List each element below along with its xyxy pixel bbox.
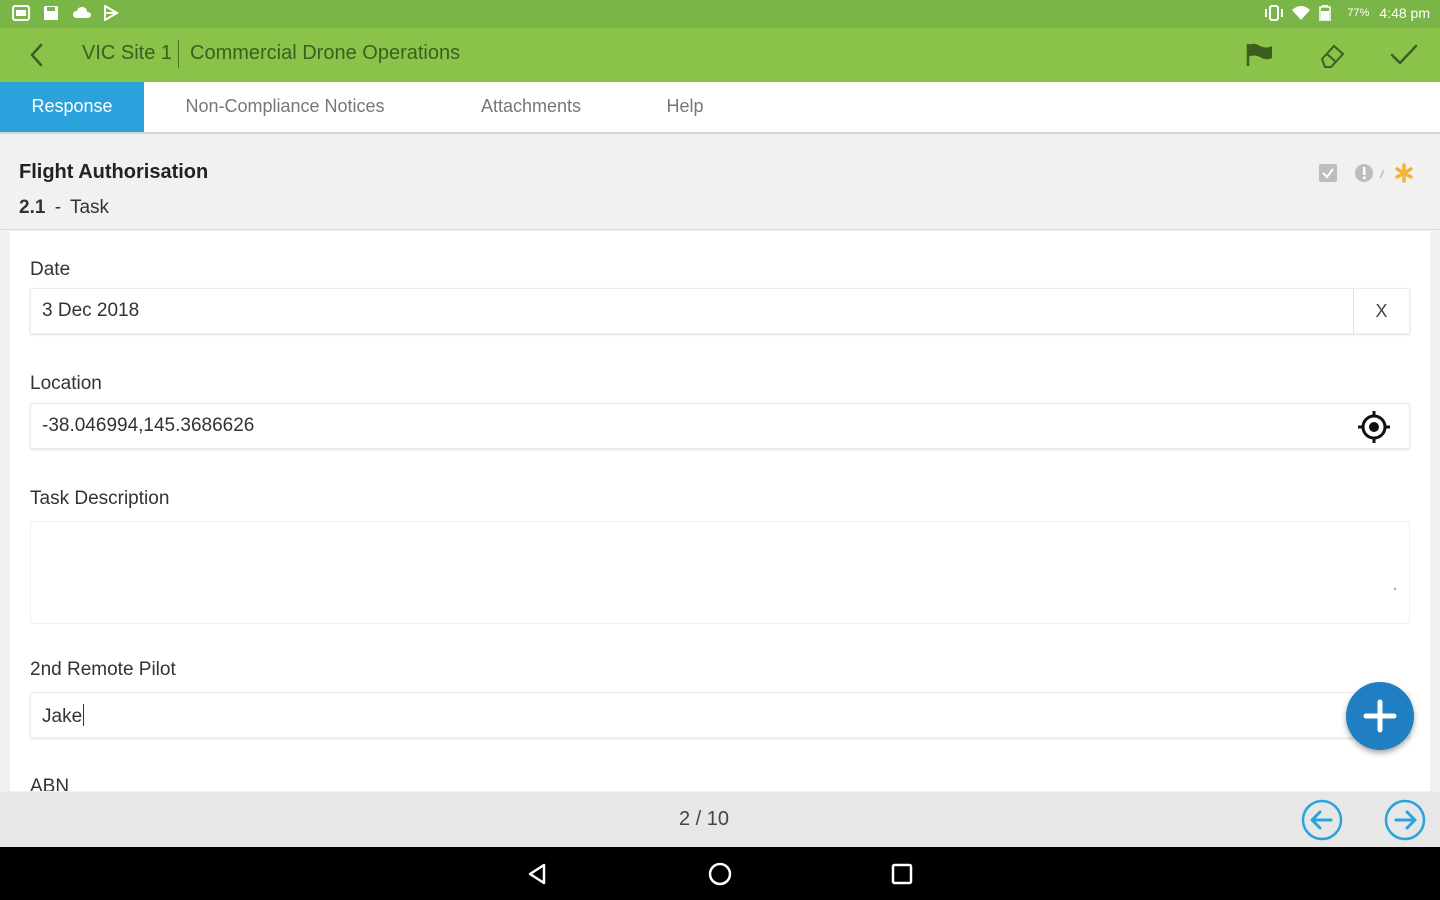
site-name: VIC Site 1 bbox=[82, 42, 173, 64]
system-navigation-bar bbox=[0, 847, 1440, 900]
save-icon bbox=[42, 5, 60, 21]
vibrate-icon bbox=[1263, 5, 1284, 21]
second-pilot-value: Jake bbox=[42, 706, 83, 727]
system-home-button[interactable] bbox=[705, 859, 735, 889]
erase-button[interactable] bbox=[1316, 40, 1348, 70]
square-recents-icon bbox=[891, 863, 913, 885]
page-title: Commercial Drone Operations bbox=[190, 42, 461, 64]
location-label: Location bbox=[30, 373, 102, 394]
second-pilot-input[interactable]: Jake bbox=[30, 692, 1410, 738]
cloud-icon bbox=[72, 5, 91, 21]
system-recents-button[interactable] bbox=[887, 859, 917, 889]
tab-bar: Response Non-Compliance Notices Attachme… bbox=[0, 82, 1440, 134]
task-description-input[interactable] bbox=[30, 521, 1410, 624]
required-star-icon bbox=[1393, 162, 1415, 184]
question-separator: - bbox=[54, 197, 62, 218]
wifi-icon bbox=[1291, 5, 1311, 21]
slash-icon bbox=[1378, 162, 1386, 184]
question-number: 2.1 bbox=[19, 197, 46, 218]
second-pilot-label: 2nd Remote Pilot bbox=[30, 659, 176, 680]
section-title: Flight Authorisation bbox=[19, 161, 209, 183]
check-icon bbox=[1390, 44, 1418, 65]
gallery-icon bbox=[12, 5, 30, 21]
page-count: 2 / 10 bbox=[678, 808, 730, 830]
notification-icons bbox=[12, 4, 120, 22]
date-label: Date bbox=[30, 259, 71, 280]
tab-attachments[interactable]: Attachments bbox=[446, 82, 616, 132]
add-button[interactable] bbox=[1346, 682, 1414, 750]
resize-handle-icon bbox=[1393, 587, 1397, 591]
tab-non-compliance-notices[interactable]: Non-Compliance Notices bbox=[144, 82, 426, 132]
system-back-button[interactable] bbox=[522, 859, 552, 889]
clear-date-button[interactable]: X bbox=[1353, 289, 1409, 333]
question-heading: 2.1 - Task bbox=[19, 197, 109, 219]
chevron-left-icon bbox=[30, 43, 43, 67]
system-status: 77% 4:48 pm bbox=[1263, 5, 1430, 22]
section-header: Flight Authorisation 2.1 - Task bbox=[0, 134, 1440, 230]
flag-icon bbox=[1246, 43, 1272, 66]
previous-question-button[interactable] bbox=[1300, 798, 1344, 842]
question-pager: 2 / 10 bbox=[0, 792, 1440, 847]
get-location-button[interactable] bbox=[1357, 410, 1391, 444]
circle-home-icon bbox=[708, 862, 732, 886]
tab-help[interactable]: Help bbox=[636, 82, 734, 132]
date-value: 3 Dec 2018 bbox=[42, 300, 140, 321]
clock: 4:48 pm bbox=[1379, 5, 1430, 21]
battery-icon bbox=[1319, 5, 1337, 22]
response-form: Date 3 Dec 2018 X Location -38.046994,14… bbox=[10, 231, 1430, 791]
task-description-label: Task Description bbox=[30, 488, 170, 509]
submit-button[interactable] bbox=[1388, 40, 1420, 70]
text-cursor bbox=[83, 704, 85, 726]
app-bar: VIC Site 1 Commercial Drone Operations bbox=[0, 28, 1440, 82]
checkbox-icon[interactable] bbox=[1317, 162, 1339, 184]
arrow-left-icon bbox=[1301, 799, 1343, 841]
next-question-button[interactable] bbox=[1383, 798, 1427, 842]
triangle-back-icon bbox=[528, 863, 546, 885]
question-name: Task bbox=[69, 197, 110, 218]
location-field[interactable]: -38.046994,145.3686626 bbox=[30, 403, 1410, 449]
crosshair-icon bbox=[1358, 411, 1390, 443]
info-icon[interactable] bbox=[1353, 162, 1375, 184]
title-divider bbox=[178, 40, 179, 68]
location-value: -38.046994,145.3686626 bbox=[42, 415, 255, 436]
tab-response[interactable]: Response bbox=[0, 82, 144, 132]
play-store-icon bbox=[102, 4, 120, 22]
status-bar: 77% 4:48 pm bbox=[0, 0, 1440, 28]
arrow-right-icon bbox=[1384, 799, 1426, 841]
abn-label: ABN bbox=[30, 776, 70, 791]
eraser-icon bbox=[1320, 44, 1345, 68]
battery-percent: 77% bbox=[1347, 7, 1370, 19]
back-button[interactable] bbox=[22, 40, 52, 70]
flag-button[interactable] bbox=[1244, 40, 1276, 70]
date-field[interactable]: 3 Dec 2018 X bbox=[30, 288, 1410, 334]
plus-icon bbox=[1363, 699, 1397, 733]
